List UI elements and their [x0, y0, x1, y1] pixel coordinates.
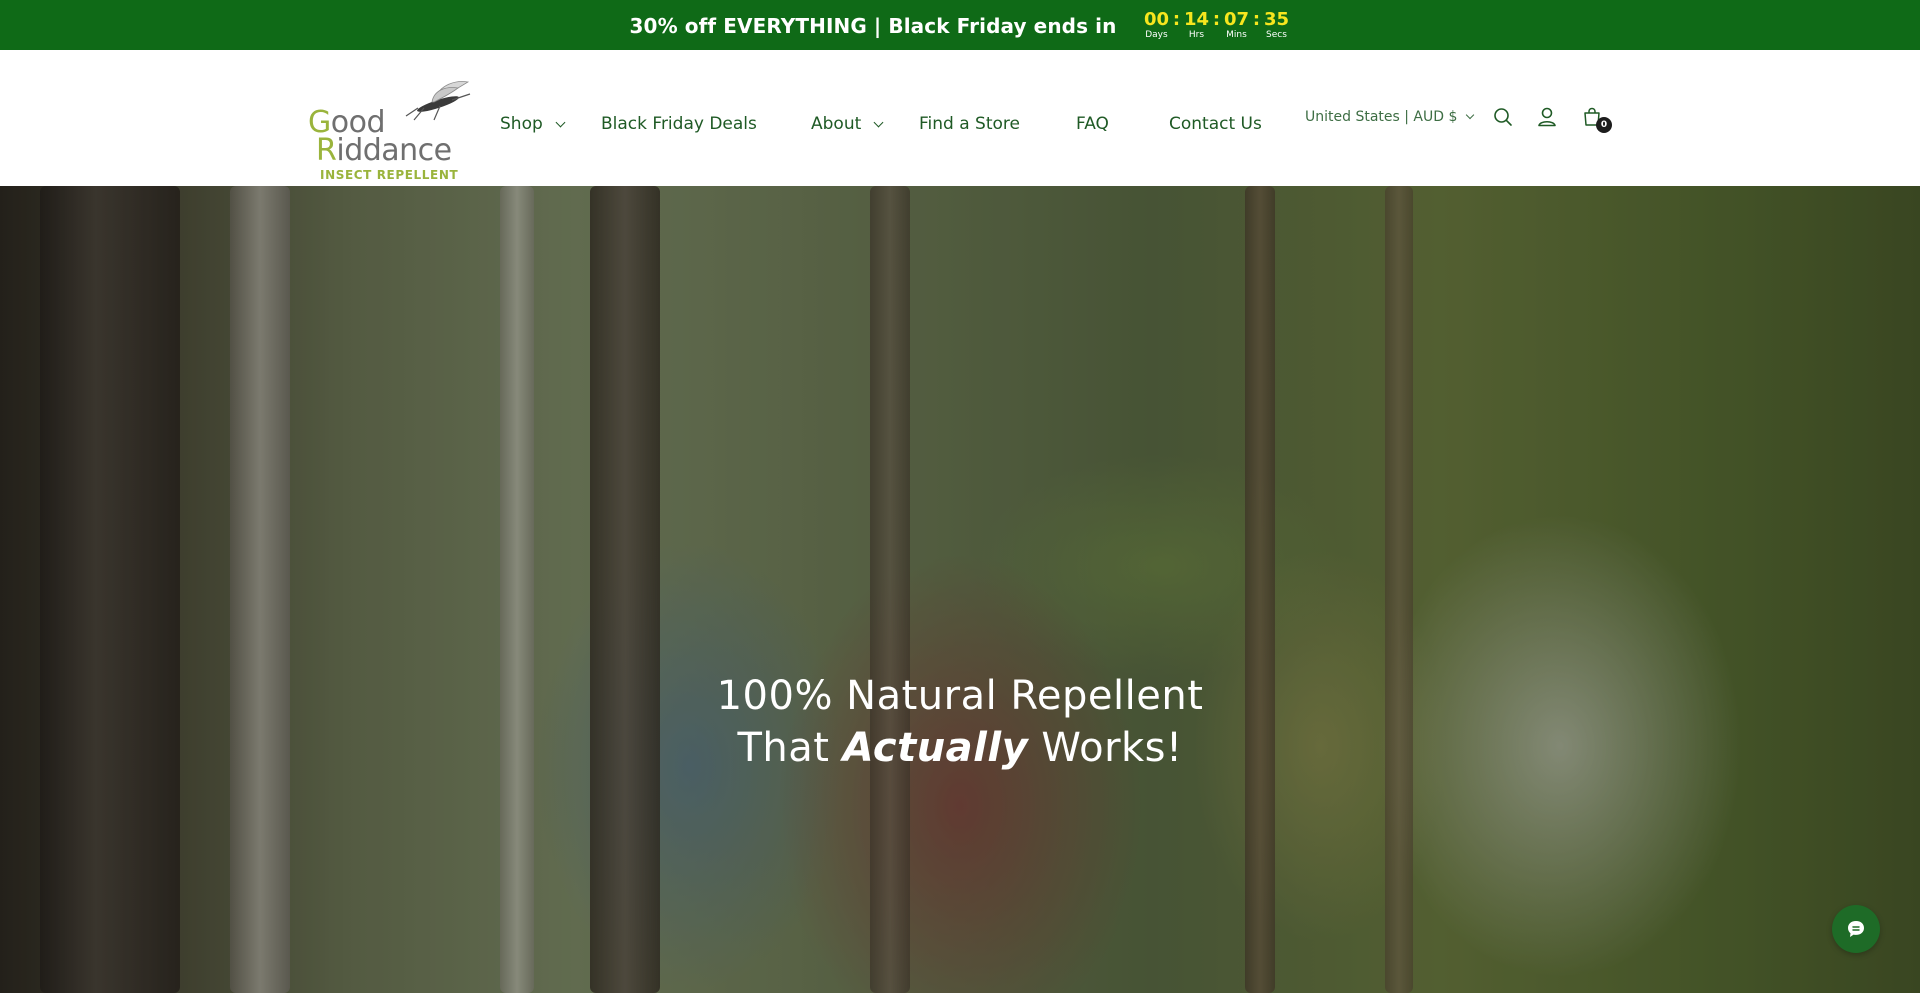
- nav-item-shop[interactable]: Shop: [500, 114, 566, 134]
- countdown-hours-label: Hrs: [1188, 30, 1205, 40]
- countdown-days: 00 Days: [1142, 9, 1170, 41]
- chevron-down-icon: [555, 117, 566, 127]
- mosquito-logo-icon: [405, 81, 471, 121]
- countdown-minutes-value: 07: [1223, 9, 1249, 30]
- countdown-seconds-label: Secs: [1266, 30, 1287, 40]
- logo-line-2-initial: R: [316, 133, 337, 168]
- announcement-text: 30% off EVERYTHING | Black Friday ends i…: [629, 14, 1117, 38]
- account-button[interactable]: [1536, 106, 1562, 132]
- logo-line-2-rest: iddance: [336, 133, 452, 168]
- locale-selector[interactable]: United States | AUD $: [1305, 109, 1475, 125]
- nav-item-label: Contact Us: [1169, 114, 1262, 134]
- locale-label: United States | AUD $: [1305, 109, 1458, 125]
- hero-headline: 100% Natural Repellent That Actually Wor…: [0, 670, 1920, 774]
- cart-button[interactable]: 0: [1581, 106, 1612, 133]
- nav-item-label: About: [811, 114, 862, 134]
- hero-headline-line-1: 100% Natural Repellent: [716, 673, 1204, 719]
- hero-headline-after: Works!: [1028, 725, 1183, 771]
- countdown-timer: 00 Days : 14 Hrs : 07 Mins : 35 Secs: [1142, 9, 1290, 41]
- nav-item-label: Black Friday Deals: [601, 114, 757, 134]
- logo-line-2: Riddance: [316, 136, 452, 166]
- nav-item-find-a-store[interactable]: Find a Store: [919, 114, 1020, 134]
- chevron-down-icon: [1466, 110, 1475, 120]
- hero-banner: 100% Natural Repellent That Actually Wor…: [0, 186, 1920, 993]
- countdown-separator: :: [1212, 9, 1221, 30]
- nav-item-faq[interactable]: FAQ: [1076, 114, 1109, 134]
- nav-item-label: FAQ: [1076, 114, 1109, 134]
- countdown-hours: 14 Hrs: [1182, 9, 1210, 41]
- countdown-separator: :: [1172, 9, 1181, 30]
- site-header: Good Riddance INSECT REPELLENT Shop Blac…: [0, 50, 1920, 186]
- cart-count-badge: 0: [1596, 117, 1612, 133]
- chevron-down-icon: [873, 117, 884, 127]
- chat-icon: [1848, 921, 1864, 937]
- chat-button[interactable]: [1832, 905, 1880, 953]
- search-button[interactable]: [1492, 106, 1518, 132]
- site-logo[interactable]: Good Riddance INSECT REPELLENT: [308, 78, 474, 182]
- nav-item-black-friday-deals[interactable]: Black Friday Deals: [601, 114, 757, 134]
- nav-item-label: Find a Store: [919, 114, 1020, 134]
- countdown-minutes-label: Mins: [1226, 30, 1247, 40]
- nav-item-about[interactable]: About: [811, 114, 884, 134]
- logo-tagline: INSECT REPELLENT: [320, 168, 459, 182]
- search-icon: [1494, 108, 1512, 126]
- countdown-seconds: 35 Secs: [1262, 9, 1290, 41]
- countdown-days-label: Days: [1145, 30, 1168, 40]
- nav-item-label: Shop: [500, 114, 543, 134]
- hero-headline-before: That: [737, 725, 843, 771]
- countdown-days-value: 00: [1143, 9, 1169, 30]
- countdown-separator: :: [1252, 9, 1261, 30]
- countdown-hours-value: 14: [1183, 9, 1209, 30]
- nav-item-contact-us[interactable]: Contact Us: [1169, 114, 1262, 134]
- countdown-seconds-value: 35: [1263, 9, 1289, 30]
- hero-headline-line-2: That Actually Works!: [0, 722, 1920, 774]
- hero-overlay: [0, 186, 1920, 993]
- announcement-bar: 30% off EVERYTHING | Black Friday ends i…: [0, 0, 1920, 50]
- hero-headline-emphasis: Actually: [842, 725, 1029, 771]
- account-icon: [1538, 107, 1556, 127]
- countdown-minutes: 07 Mins: [1222, 9, 1250, 41]
